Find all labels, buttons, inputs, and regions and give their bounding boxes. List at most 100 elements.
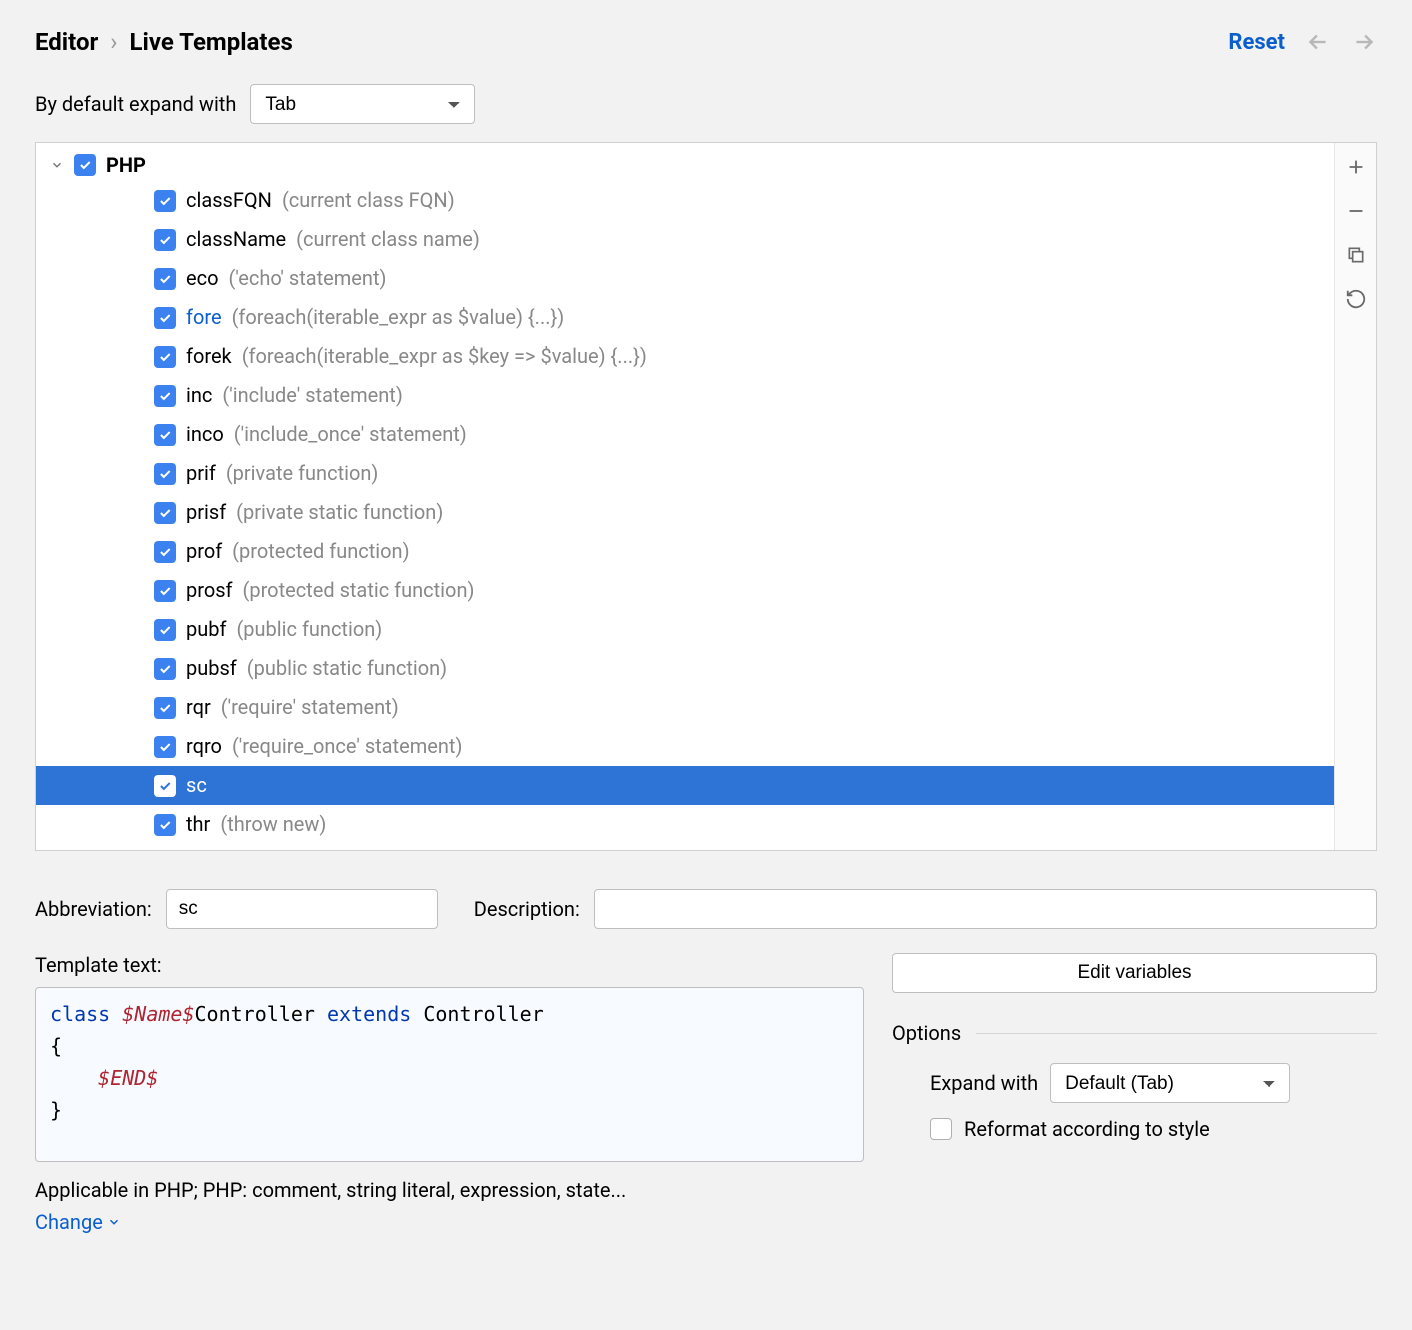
item-name: thr — [186, 810, 210, 839]
item-checkbox[interactable] — [154, 190, 176, 212]
group-checkbox[interactable] — [74, 154, 96, 176]
change-context-button[interactable]: Change — [35, 1210, 121, 1234]
chevron-down-icon — [50, 158, 64, 172]
forward-arrow-icon[interactable] — [1351, 29, 1377, 55]
item-description: (protected static function) — [243, 576, 475, 605]
edit-variables-button[interactable]: Edit variables — [892, 953, 1377, 993]
item-checkbox[interactable] — [154, 658, 176, 680]
expand-with-label: Expand with — [930, 1071, 1038, 1095]
breadcrumb: Editor › Live Templates — [35, 28, 293, 56]
abbreviation-input[interactable] — [166, 889, 438, 929]
item-name: inco — [186, 420, 224, 449]
item-name: inc — [186, 381, 212, 410]
item-checkbox[interactable] — [154, 541, 176, 563]
item-name: rqr — [186, 693, 211, 722]
item-name: rqro — [186, 732, 222, 761]
item-checkbox[interactable] — [154, 502, 176, 524]
tree-item[interactable]: rqro ('require_once' statement) — [36, 727, 1334, 766]
item-description: ('include' statement) — [222, 381, 402, 410]
item-checkbox[interactable] — [154, 697, 176, 719]
tree-item[interactable]: rqr ('require' statement) — [36, 688, 1334, 727]
item-description: (private static function) — [236, 498, 443, 527]
options-title: Options — [892, 1021, 1377, 1045]
expand-default-row: By default expand with Tab — [35, 84, 1377, 124]
item-description: ('include_once' statement) — [234, 420, 467, 449]
item-description: (public static function) — [247, 654, 447, 683]
item-name: prisf — [186, 498, 226, 527]
item-checkbox[interactable] — [154, 424, 176, 446]
item-description: (private function) — [226, 459, 379, 488]
tree-item[interactable]: className (current class name) — [36, 220, 1334, 259]
template-section: Template text: class $Name$Controller ex… — [35, 953, 1377, 1234]
item-description: (public function) — [236, 615, 382, 644]
expand-with-select[interactable]: Default (Tab) — [1050, 1063, 1290, 1103]
tree-item[interactable]: thr (throw new) — [36, 805, 1334, 844]
tree-item[interactable]: inc ('include' statement) — [36, 376, 1334, 415]
templates-tree[interactable]: PHP classFQN (current class FQN)classNam… — [36, 143, 1334, 850]
reformat-label: Reformat according to style — [964, 1117, 1210, 1141]
item-name: forek — [186, 342, 232, 371]
tree-item[interactable]: prof (protected function) — [36, 532, 1334, 571]
back-arrow-icon[interactable] — [1305, 29, 1331, 55]
item-description: ('require_once' statement) — [232, 732, 462, 761]
item-description: (throw new) — [220, 810, 326, 839]
tree-item[interactable]: eco ('echo' statement) — [36, 259, 1334, 298]
item-checkbox[interactable] — [154, 346, 176, 368]
item-description: (current class FQN) — [282, 186, 455, 215]
duplicate-icon[interactable] — [1344, 243, 1368, 267]
item-checkbox[interactable] — [154, 229, 176, 251]
tree-item[interactable]: prif (private function) — [36, 454, 1334, 493]
tree-item[interactable]: forek (foreach(iterable_expr as $key => … — [36, 337, 1334, 376]
item-name: prosf — [186, 576, 233, 605]
breadcrumb-current: Live Templates — [130, 28, 293, 56]
item-name: prif — [186, 459, 216, 488]
detail-fields: Abbreviation: Description: — [35, 889, 1377, 929]
item-name: eco — [186, 264, 218, 293]
item-checkbox[interactable] — [154, 307, 176, 329]
item-name: pubsf — [186, 654, 237, 683]
item-description: (current class name) — [296, 225, 480, 254]
tree-group-header[interactable]: PHP — [36, 149, 1334, 181]
expand-default-label: By default expand with — [35, 92, 236, 116]
header: Editor › Live Templates Reset — [35, 28, 1377, 56]
item-description: (foreach(iterable_expr as $value) {...}) — [232, 303, 565, 332]
tree-item[interactable]: pubf (public function) — [36, 610, 1334, 649]
applicable-contexts: Applicable in PHP; PHP: comment, string … — [35, 1178, 864, 1202]
revert-icon[interactable] — [1344, 287, 1368, 311]
expand-default-select[interactable]: Tab — [250, 84, 475, 124]
templates-panel: PHP classFQN (current class FQN)classNam… — [35, 142, 1377, 851]
template-text-editor[interactable]: class $Name$Controller extends Controlle… — [35, 987, 864, 1162]
item-checkbox[interactable] — [154, 463, 176, 485]
template-text-label: Template text: — [35, 953, 864, 977]
breadcrumb-root[interactable]: Editor — [35, 28, 98, 56]
reformat-checkbox[interactable] — [930, 1118, 952, 1140]
abbreviation-label: Abbreviation: — [35, 897, 152, 921]
tree-item[interactable]: sc — [36, 766, 1334, 805]
item-checkbox[interactable] — [154, 619, 176, 641]
header-actions: Reset — [1228, 29, 1377, 55]
item-name: pubf — [186, 615, 226, 644]
tree-item[interactable]: pubsf (public static function) — [36, 649, 1334, 688]
description-input[interactable] — [594, 889, 1377, 929]
item-checkbox[interactable] — [154, 736, 176, 758]
item-checkbox[interactable] — [154, 268, 176, 290]
tree-item[interactable]: prosf (protected static function) — [36, 571, 1334, 610]
add-icon[interactable] — [1344, 155, 1368, 179]
tree-item[interactable]: inco ('include_once' statement) — [36, 415, 1334, 454]
item-description: (foreach(iterable_expr as $key => $value… — [242, 342, 647, 371]
item-description: ('echo' statement) — [228, 264, 386, 293]
item-checkbox[interactable] — [154, 580, 176, 602]
item-description: ('require' statement) — [221, 693, 399, 722]
item-name: className — [186, 225, 286, 254]
tree-item[interactable]: prisf (private static function) — [36, 493, 1334, 532]
reset-button[interactable]: Reset — [1228, 30, 1285, 55]
tree-item[interactable]: fore (foreach(iterable_expr as $value) {… — [36, 298, 1334, 337]
item-checkbox[interactable] — [154, 775, 176, 797]
remove-icon[interactable] — [1344, 199, 1368, 223]
breadcrumb-separator: › — [110, 28, 117, 56]
tree-item[interactable]: classFQN (current class FQN) — [36, 181, 1334, 220]
item-checkbox[interactable] — [154, 814, 176, 836]
side-toolbar — [1334, 143, 1376, 850]
item-name: sc — [186, 771, 207, 800]
item-checkbox[interactable] — [154, 385, 176, 407]
